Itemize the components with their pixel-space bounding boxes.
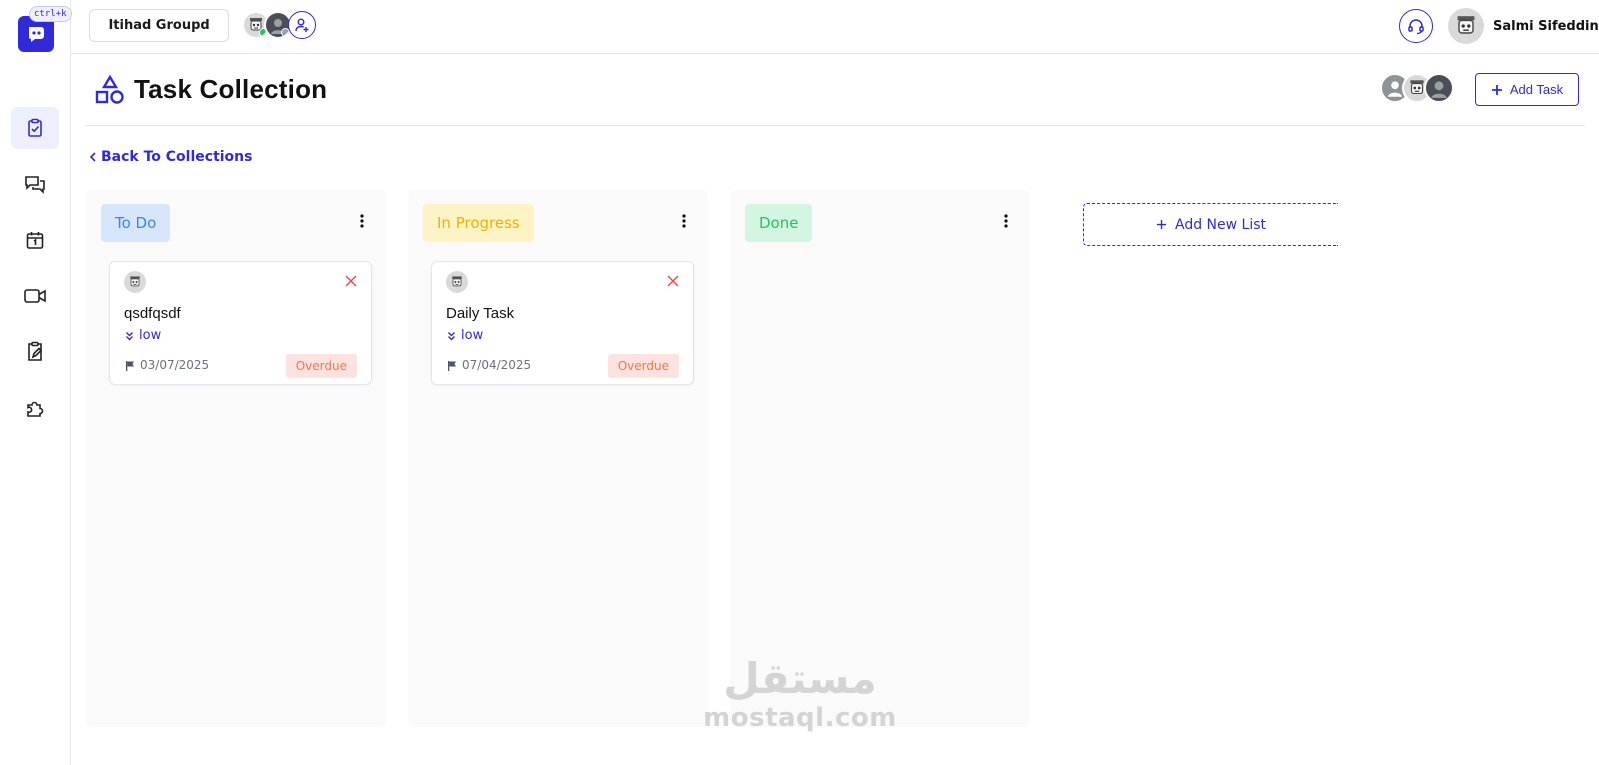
sidebar-item-calendar[interactable] (11, 219, 59, 261)
task-card[interactable]: qsdfqsdf low 03/07/2025 Overdue (109, 261, 372, 385)
avatar (124, 271, 146, 293)
headset-icon (1408, 19, 1424, 35)
task-priority: low (447, 328, 483, 343)
user-menu[interactable]: Salmi Sifeddine (1448, 8, 1599, 44)
priority-label: low (461, 328, 484, 343)
column-title: In Progress (423, 204, 534, 242)
task-due-date: 03/07/2025 (125, 358, 209, 372)
robot-avatar-icon (1457, 16, 1475, 34)
due-date: 07/04/2025 (462, 358, 532, 372)
close-icon[interactable] (345, 275, 357, 287)
chevrons-down-icon (126, 331, 133, 340)
column-in-progress: In Progress Daily Task low 07/04/2025 Ov… (408, 190, 708, 727)
column-title: To Do (101, 204, 171, 242)
collection-members (1380, 73, 1454, 103)
flag-icon (448, 360, 456, 371)
kebab-menu-icon[interactable] (682, 214, 686, 228)
puzzle-icon (27, 401, 44, 417)
task-title: qsdfqsdf (124, 305, 181, 322)
task-priority: low (125, 328, 161, 343)
clipboard-pen-icon (28, 341, 43, 361)
sidebar-item-notes[interactable] (11, 331, 59, 373)
add-new-list-button[interactable]: Add New List (1083, 203, 1338, 246)
task-title: Daily Task (446, 305, 515, 322)
avatar[interactable] (1424, 73, 1454, 103)
close-icon[interactable] (667, 275, 679, 287)
chevron-left-icon (89, 152, 96, 162)
sidebar-item-tasks[interactable] (11, 107, 59, 149)
chat-bubbles-icon (25, 176, 45, 194)
user-plus-icon (295, 18, 309, 32)
add-new-list-label: Add New List (1174, 216, 1266, 233)
back-to-collections-link[interactable]: Back To Collections (89, 149, 252, 165)
watermark-latin: mostaql.com (703, 703, 897, 733)
add-member-button[interactable] (288, 11, 316, 39)
shortcut-hint: ctrl+k (29, 6, 72, 22)
add-task-label: Add Task (1509, 82, 1564, 97)
top-bar: Itihad Groupd Salmi Sifeddine (71, 0, 1599, 54)
watermark: مستقل mostaql.com (700, 654, 900, 734)
plus-icon (1156, 219, 1167, 230)
page-title: Task Collection (134, 74, 328, 104)
support-button[interactable] (1399, 9, 1433, 43)
kebab-menu-icon[interactable] (360, 214, 364, 228)
task-due-date: 07/04/2025 (447, 358, 531, 372)
sidebar-item-chat[interactable] (11, 163, 59, 205)
plus-icon (1491, 84, 1502, 95)
priority-label: low (139, 328, 162, 343)
task-card[interactable]: Daily Task low 07/04/2025 Overdue (431, 261, 694, 385)
group-members (242, 11, 316, 39)
group-selector[interactable]: Itihad Groupd (89, 9, 229, 42)
clipboard-check-icon (28, 118, 42, 137)
group-name: Itihad Groupd (108, 18, 210, 33)
robot-avatar-icon (452, 276, 462, 287)
logo-icon (29, 27, 44, 42)
sidebar-item-integrations[interactable] (11, 387, 59, 429)
column-title: Done (745, 204, 813, 242)
column-to-do: To Do qsdfqsdf low 03/07/2025 Overdue (86, 190, 386, 727)
sidebar-item-meetings[interactable] (11, 275, 59, 317)
watermark-arabic: مستقل (723, 654, 877, 703)
due-date: 03/07/2025 (140, 358, 210, 372)
flag-icon (126, 360, 134, 371)
robot-avatar-icon (130, 276, 140, 287)
column-done: Done (730, 190, 1030, 727)
status-badge: Overdue (607, 354, 679, 378)
sidebar: ctrl+k (0, 0, 72, 765)
avatar (1448, 8, 1484, 44)
shapes-icon (95, 74, 124, 104)
person-avatar-icon (1431, 81, 1447, 98)
user-name: Salmi Sifeddine (1493, 18, 1599, 34)
video-camera-icon (24, 289, 46, 303)
page-header: Task Collection Add Task (86, 54, 1585, 126)
status-badge: Overdue (285, 354, 357, 378)
calendar-icon (26, 232, 44, 249)
avatar (446, 271, 468, 293)
kebab-menu-icon[interactable] (1004, 214, 1008, 228)
back-link-label: Back To Collections (101, 149, 253, 165)
chevrons-down-icon (448, 331, 455, 340)
app-root: ctrl+k Itihad Groupd Salmi Sifeddine Tas… (0, 0, 1599, 765)
add-task-button[interactable]: Add Task (1475, 73, 1579, 106)
